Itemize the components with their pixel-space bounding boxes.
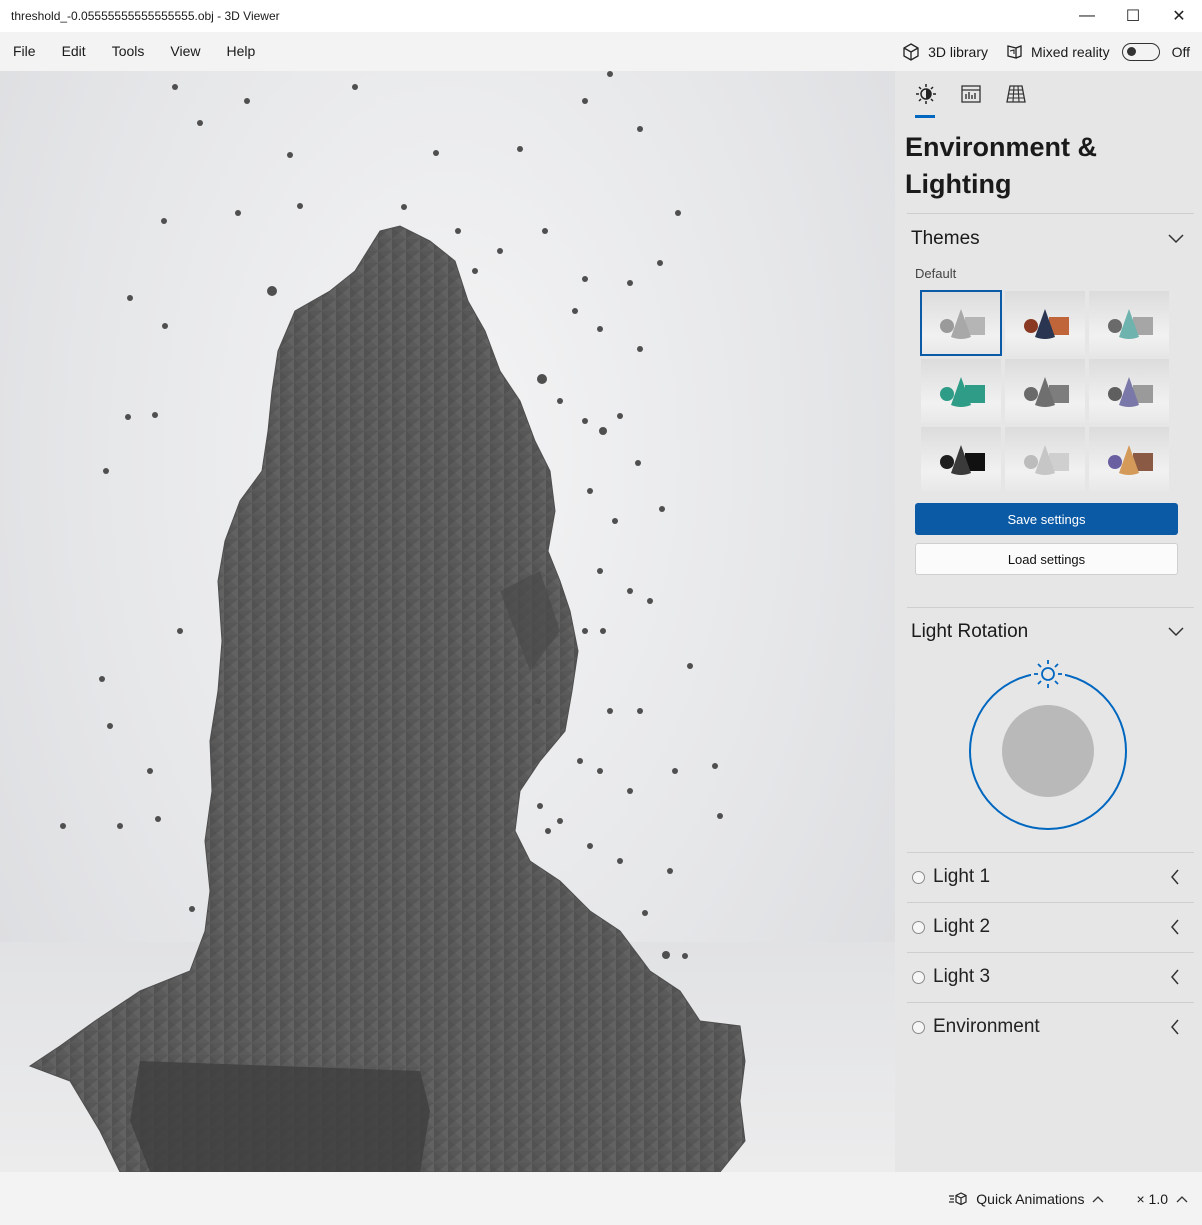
mixed-reality-toggle[interactable]	[1121, 42, 1160, 61]
themes-sublabel: Default	[915, 266, 957, 281]
theme-preview-icon	[1024, 309, 1069, 339]
light-1-radio[interactable]	[912, 870, 925, 884]
menu-help[interactable]: Help	[213, 32, 268, 71]
environment-label: Environment	[933, 1016, 1040, 1037]
maximize-button[interactable]: ☐	[1110, 0, 1156, 32]
mixed-reality-icon	[1007, 44, 1022, 59]
status-bar: Quick Animations × 1.0	[0, 1172, 1202, 1225]
theme-preview-icon	[940, 377, 985, 407]
menu-view[interactable]: View	[157, 32, 213, 71]
divider	[907, 213, 1194, 214]
theme-preview-icon	[940, 309, 985, 339]
theme-swatch[interactable]	[1005, 359, 1085, 423]
panel-title: Environment & Lighting	[905, 132, 1098, 199]
theme-swatch[interactable]	[921, 427, 1001, 491]
theme-swatch[interactable]	[920, 290, 1002, 356]
menu-file[interactable]: File	[0, 32, 49, 71]
chevron-down-icon[interactable]	[1168, 627, 1184, 637]
theme-preview-icon	[1108, 309, 1153, 339]
theme-swatch[interactable]	[1005, 427, 1085, 491]
3d-library-button[interactable]: 3D library	[893, 42, 996, 62]
mixed-reality-label: Mixed reality	[1030, 43, 1110, 60]
chevron-up-icon	[1176, 1195, 1188, 1202]
theme-preview-icon	[940, 445, 985, 475]
toggle-knob	[1126, 46, 1136, 56]
save-settings-button[interactable]: Save settings	[915, 503, 1178, 535]
3d-model[interactable]	[0, 71, 895, 1172]
toggle-state-label: Off	[1171, 43, 1190, 60]
panel-tabs	[903, 83, 1038, 118]
theme-swatch[interactable]	[1005, 291, 1085, 355]
themes-header[interactable]: Themes	[911, 228, 980, 250]
theme-preview-icon	[1024, 377, 1069, 407]
tab-environment-lighting[interactable]	[903, 83, 948, 118]
theme-preview-icon	[1024, 445, 1069, 475]
theme-swatch[interactable]	[1089, 359, 1169, 423]
title-bar: threshold_-0.05555555555555555.obj - 3D …	[0, 0, 1202, 32]
light-1-label: Light 1	[933, 866, 991, 887]
sun-moon-icon	[915, 84, 936, 104]
load-settings-button[interactable]: Load settings	[915, 543, 1178, 575]
grid-icon	[1005, 85, 1026, 103]
menu-edit[interactable]: Edit	[49, 32, 99, 71]
quick-animations-label: Quick Animations	[976, 1190, 1085, 1207]
settings-panel: Environment & Lighting Themes Default Sa…	[895, 71, 1202, 1172]
close-button[interactable]: ✕	[1156, 0, 1202, 32]
light-1-row[interactable]: Light 1	[907, 852, 1194, 902]
stats-icon	[960, 85, 981, 103]
theme-preview-icon	[1108, 377, 1153, 407]
theme-grid	[920, 290, 1170, 491]
cube-icon	[903, 42, 919, 61]
theme-swatch[interactable]	[1089, 427, 1169, 491]
chevron-up-icon	[1093, 1195, 1104, 1202]
light-rotation-header[interactable]: Light Rotation	[911, 621, 1028, 643]
theme-preview-icon	[1108, 445, 1153, 475]
tab-grid[interactable]	[993, 83, 1038, 117]
chevron-left-icon[interactable]	[1170, 969, 1180, 985]
chevron-left-icon[interactable]	[1170, 919, 1180, 935]
theme-swatch[interactable]	[1089, 291, 1169, 355]
chevron-down-icon[interactable]	[1168, 234, 1184, 244]
mixed-reality-button[interactable]: Mixed reality	[996, 42, 1118, 62]
menu-tools[interactable]: Tools	[99, 32, 158, 71]
environment-row[interactable]: Environment	[907, 1002, 1194, 1052]
menu-bar: File Edit Tools View Help 3D library Mix…	[0, 32, 1202, 71]
animation-speed-label: × 1.0	[1136, 1190, 1168, 1207]
light-2-radio[interactable]	[912, 920, 925, 934]
chevron-left-icon[interactable]	[1170, 869, 1180, 885]
minimize-button[interactable]: —	[1064, 0, 1110, 32]
light-rotation-dial[interactable]	[965, 657, 1131, 833]
light-3-label: Light 3	[933, 966, 991, 987]
3d-library-label: 3D library	[928, 43, 988, 60]
chevron-left-icon[interactable]	[1170, 1019, 1180, 1035]
window-title: threshold_-0.05555555555555555.obj - 3D …	[11, 9, 280, 23]
light-3-row[interactable]: Light 3	[907, 952, 1194, 1002]
light-2-label: Light 2	[933, 916, 991, 937]
animation-speed-button[interactable]: × 1.0	[1136, 1191, 1188, 1207]
tab-stats[interactable]	[948, 83, 993, 117]
quick-animations-button[interactable]: Quick Animations	[948, 1191, 1112, 1207]
divider	[907, 607, 1194, 608]
light-3-radio[interactable]	[912, 970, 925, 984]
theme-swatch[interactable]	[921, 359, 1001, 423]
light-2-row[interactable]: Light 2	[907, 902, 1194, 952]
animation-icon	[949, 1191, 967, 1205]
environment-radio[interactable]	[912, 1020, 925, 1034]
3d-viewport[interactable]	[0, 71, 895, 1172]
